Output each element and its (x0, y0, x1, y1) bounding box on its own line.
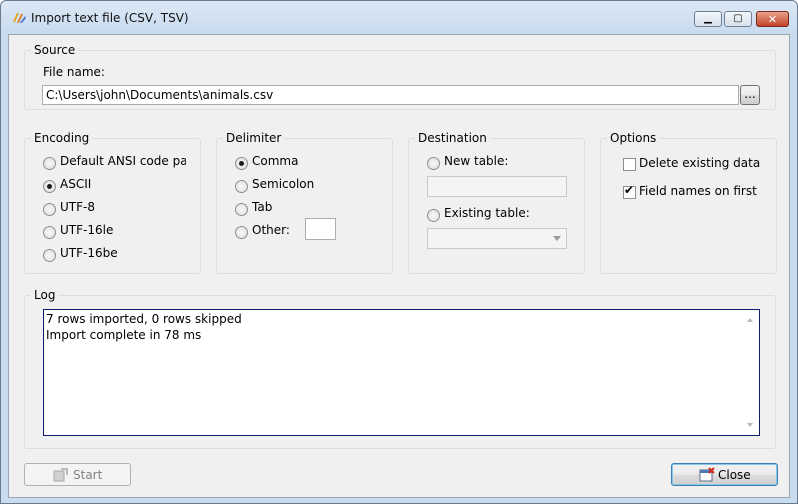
scroll-up-arrow-icon[interactable] (747, 318, 753, 322)
options-group: Options Delete existing data ✔ Field nam… (600, 131, 777, 274)
field-names-checkbox[interactable]: ✔ (623, 183, 636, 199)
file-name-label: File name: (43, 65, 105, 79)
delimiter-radio-other[interactable] (235, 226, 248, 239)
import-dialog-window: Import text file (CSV, TSV) ▁ ▢ ✕ Source… (0, 0, 798, 504)
close-dialog-icon (699, 467, 715, 482)
close-window-button[interactable]: ✕ (756, 11, 789, 27)
import-app-icon (13, 13, 26, 23)
encoding-radio-utf16be[interactable] (43, 249, 56, 262)
delete-existing-checkbox[interactable] (623, 158, 636, 171)
delimiter-label-semicolon: Semicolon (252, 177, 315, 191)
delimiter-label-other: Other: (252, 223, 290, 237)
encoding-label-utf16be: UTF-16be (60, 246, 118, 260)
existing-table-select[interactable] (427, 228, 567, 249)
destination-group-label: Destination (415, 131, 490, 145)
destination-radio-existing-table[interactable] (427, 209, 440, 222)
log-line: 7 rows imported, 0 rows skipped (46, 312, 242, 326)
close-icon: ✕ (767, 12, 778, 26)
delete-existing-label: Delete existing data (639, 156, 761, 170)
title-bar[interactable]: Import text file (CSV, TSV) ▁ ▢ ✕ (1, 1, 797, 35)
encoding-label-utf16le: UTF-16le (60, 223, 114, 237)
minimize-button[interactable]: ▁ (694, 11, 722, 27)
encoding-radio-ansi[interactable] (43, 157, 56, 170)
destination-group: Destination New table: Existing table: (408, 131, 585, 274)
scroll-down-arrow-icon[interactable] (747, 423, 753, 427)
start-button-label: Start (73, 468, 103, 482)
chevron-down-icon (553, 236, 561, 241)
encoding-group: Encoding Default ANSI code page ASCII UT… (24, 131, 201, 274)
existing-table-label: Existing table: (444, 206, 530, 220)
log-scrollbar[interactable] (742, 310, 759, 435)
encoding-radio-utf16le[interactable] (43, 226, 56, 239)
source-group: Source File name: C:\Users\john\Document… (24, 43, 776, 110)
delimiter-radio-semicolon[interactable] (235, 180, 248, 193)
log-line: Import complete in 78 ms (46, 328, 202, 342)
new-table-label: New table: (444, 154, 509, 168)
source-group-label: Source (31, 43, 79, 57)
import-icon (53, 468, 68, 482)
encoding-label-ascii: ASCII (60, 177, 92, 191)
start-button[interactable]: Start (24, 463, 131, 486)
encoding-radio-ascii[interactable] (43, 180, 56, 193)
window-title: Import text file (CSV, TSV) (31, 11, 189, 25)
new-table-input[interactable] (427, 176, 567, 197)
delimiter-label-tab: Tab (252, 200, 273, 214)
checkmark-icon: ✔ (624, 183, 635, 197)
minimize-icon: ▁ (704, 13, 712, 24)
close-button[interactable]: Close (671, 463, 778, 486)
delimiter-group-label: Delimiter (223, 131, 285, 145)
log-group: Log 7 rows imported, 0 rows skipped Impo… (24, 288, 776, 449)
dialog-client-area: Source File name: C:\Users\john\Document… (8, 34, 790, 498)
maximize-button[interactable]: ▢ (724, 11, 752, 27)
browse-button[interactable]: ... (740, 85, 760, 105)
encoding-radio-utf8[interactable] (43, 203, 56, 216)
encoding-group-label: Encoding (31, 131, 93, 145)
close-button-label: Close (718, 468, 751, 482)
delimiter-radio-comma[interactable] (235, 157, 248, 170)
options-group-label: Options (607, 131, 660, 145)
delimiter-group: Delimiter Comma Semicolon Tab Other: (216, 131, 393, 274)
delimiter-other-input[interactable] (305, 218, 336, 240)
delimiter-radio-tab[interactable] (235, 203, 248, 216)
log-textarea[interactable]: 7 rows imported, 0 rows skipped Import c… (43, 309, 760, 436)
maximize-icon: ▢ (733, 13, 743, 24)
delimiter-label-comma: Comma (252, 154, 299, 168)
file-name-input[interactable]: C:\Users\john\Documents\animals.csv (42, 85, 739, 105)
log-group-label: Log (31, 288, 59, 302)
destination-radio-new-table[interactable] (427, 157, 440, 170)
encoding-label-ansi: Default ANSI code page (60, 154, 186, 168)
encoding-label-utf8: UTF-8 (60, 200, 95, 214)
field-names-label: Field names on first row (639, 184, 757, 198)
